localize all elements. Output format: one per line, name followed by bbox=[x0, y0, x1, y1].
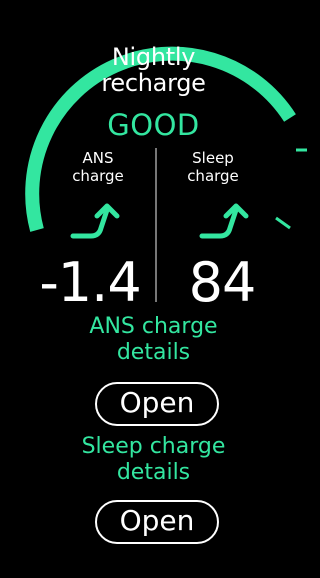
trend-up-arrow-icon bbox=[199, 203, 249, 239]
open-sleep-details-button[interactable]: Open bbox=[95, 500, 219, 544]
recharge-status: GOOD bbox=[107, 108, 200, 142]
open-ans-details-button[interactable]: Open bbox=[95, 382, 219, 426]
ans-charge-value: -1.4 bbox=[39, 251, 141, 314]
sleep-charge-label: Sleep charge bbox=[187, 149, 239, 185]
sleep-charge-value: 84 bbox=[188, 251, 257, 314]
nightly-recharge-screen: Nightly recharge GOOD ANS charge Sleep c… bbox=[0, 0, 307, 578]
ans-charge-details-label: ANS charge details bbox=[89, 314, 218, 365]
trend-up-arrow-icon bbox=[70, 203, 120, 239]
sleep-charge-details-label: Sleep charge details bbox=[81, 434, 226, 485]
ans-charge-label: ANS charge bbox=[72, 149, 124, 185]
screen-title: Nightly recharge bbox=[101, 43, 206, 97]
